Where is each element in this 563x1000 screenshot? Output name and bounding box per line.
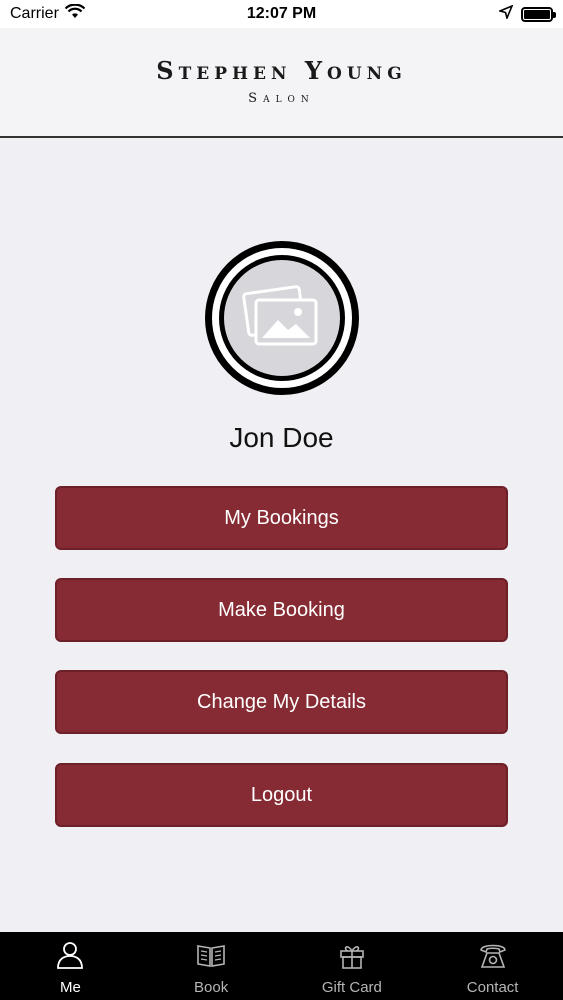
tab-book[interactable]: Book [141,932,282,1000]
status-bar: Carrier 12:07 PM [0,0,563,28]
tab-label: Gift Card [321,979,382,996]
logout-button[interactable]: Logout [55,763,508,827]
tab-me[interactable]: Me [0,932,141,1000]
tab-label: Me [59,979,81,996]
tab-label: Contact [466,979,519,996]
location-arrow-icon [497,4,514,24]
status-left: Carrier [10,3,86,24]
avatar[interactable] [205,241,359,395]
person-icon [55,940,85,975]
brand-subtitle: Salon [248,91,315,106]
avatar-image-placeholder [219,255,345,381]
tab-bar: Me Book Gift Card Contact [0,932,563,1000]
user-name: Jon Doe [229,422,334,453]
app-header: Stephen Young Salon [0,28,563,138]
book-icon [196,940,226,975]
tab-gift-card[interactable]: Gift Card [282,932,423,1000]
gift-icon [337,940,367,975]
make-booking-button[interactable]: Make Booking [55,578,508,642]
photo-placeholder-icon [242,284,322,353]
wifi-icon [64,3,86,24]
carrier-label: Carrier [10,5,59,22]
brand-name: Stephen Young [156,56,407,85]
my-bookings-button[interactable]: My Bookings [55,486,508,550]
tab-label: Book [194,979,229,996]
tab-contact[interactable]: Contact [422,932,563,1000]
telephone-icon [478,940,508,975]
change-details-button[interactable]: Change My Details [55,670,508,734]
status-right [497,4,556,24]
battery-icon [521,6,556,22]
